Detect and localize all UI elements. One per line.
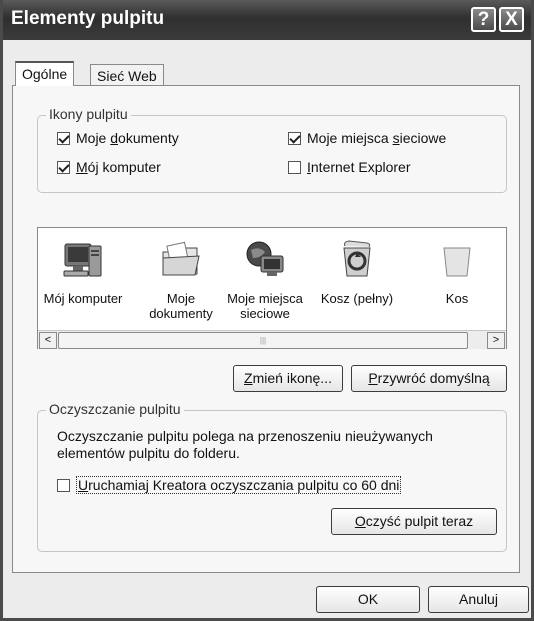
- tab-general-label: Ogólne: [22, 66, 68, 82]
- scroll-left-button[interactable]: <: [39, 332, 57, 349]
- checkbox-run-cleanup-wizard[interactable]: Uruchamiaj Kreatora oczyszczania pulpitu…: [57, 476, 402, 494]
- clean-desktop-now-button[interactable]: Oczyść pulpit teraz: [331, 508, 497, 535]
- scrollbar-thumb[interactable]: |||: [58, 332, 468, 349]
- recycle-bin-empty-icon: [443, 247, 471, 277]
- desktop-cleanup-legend: Oczyszczanie pulpitu: [46, 401, 184, 417]
- checkbox-label: Moje miejsca sieciowe: [307, 130, 447, 146]
- list-item-label: Moje miejsca sieciowe: [227, 291, 303, 321]
- checkbox-label: Internet Explorer: [307, 159, 411, 175]
- cancel-button[interactable]: Anuluj: [428, 586, 529, 613]
- desktop-icons-legend: Ikony pulpitu: [46, 106, 131, 122]
- checkbox-box[interactable]: [288, 160, 301, 174]
- network-places-icon: [246, 241, 284, 276]
- checkbox-label: Uruchamiaj Kreatora oczyszczania pulpitu…: [76, 476, 402, 494]
- window-title: Elementy pulpitu: [11, 8, 165, 29]
- checkbox-my-documents[interactable]: Moje dokumenty: [57, 130, 179, 146]
- list-item-my-network-places[interactable]: Moje miejsca sieciowe: [222, 238, 308, 321]
- checkbox-label: Moje dokumenty: [76, 130, 179, 146]
- close-button[interactable]: X: [499, 7, 524, 32]
- restore-default-button[interactable]: Przywróć domyślną: [351, 365, 507, 392]
- desktop-items-dialog: Elementy pulpitu ? X Ogólne Sieć Web Iko…: [0, 0, 534, 621]
- chevron-left-icon: <: [44, 334, 52, 346]
- desktop-icons-group: Ikony pulpitu: [37, 106, 507, 193]
- computer-icon: [63, 243, 102, 277]
- list-item-label: Moje dokumenty: [149, 291, 213, 321]
- tab-web[interactable]: Sieć Web: [90, 64, 164, 85]
- chevron-right-icon: >: [492, 334, 500, 346]
- checkbox-box[interactable]: [57, 478, 70, 492]
- grip-icon: |||: [259, 336, 267, 345]
- ok-button[interactable]: OK: [316, 586, 420, 613]
- checkbox-box[interactable]: [57, 160, 70, 174]
- help-button[interactable]: ?: [471, 7, 496, 32]
- list-item-my-computer[interactable]: Mój komputer: [40, 238, 126, 306]
- title-bar: Elementy pulpitu ? X: [3, 0, 531, 40]
- change-icon-button[interactable]: Zmień ikonę...: [233, 365, 343, 392]
- tab-web-label: Sieć Web: [97, 68, 157, 84]
- checkbox-label: Mój komputer: [76, 159, 161, 175]
- list-item-my-documents[interactable]: Moje dokumenty: [138, 238, 224, 321]
- list-item-label: Kosz (pełny): [320, 291, 394, 306]
- checkbox-box[interactable]: [57, 131, 70, 145]
- tab-general[interactable]: Ogólne: [15, 61, 75, 86]
- checkbox-my-network-places[interactable]: Moje miejsca sieciowe: [288, 130, 446, 146]
- checkbox-my-computer[interactable]: Mój komputer: [57, 159, 161, 175]
- checkbox-box[interactable]: [288, 131, 301, 145]
- close-icon: X: [505, 9, 518, 30]
- scroll-right-button[interactable]: >: [487, 332, 505, 349]
- folder-documents-icon: [162, 241, 200, 276]
- horizontal-scrollbar[interactable]: < ||| >: [38, 330, 506, 349]
- list-item-recycle-bin-empty[interactable]: Kos: [414, 238, 500, 306]
- checkbox-internet-explorer[interactable]: Internet Explorer: [288, 159, 411, 175]
- list-item-label: Kos: [445, 291, 469, 306]
- list-item-label: Mój komputer: [43, 291, 123, 306]
- recycle-bin-full-icon: [343, 240, 371, 277]
- help-icon: ?: [477, 9, 490, 30]
- cleanup-description: Oczyszczanie pulpitu polega na przenosze…: [57, 428, 433, 461]
- list-item-recycle-bin-full[interactable]: Kosz (pełny): [314, 238, 400, 306]
